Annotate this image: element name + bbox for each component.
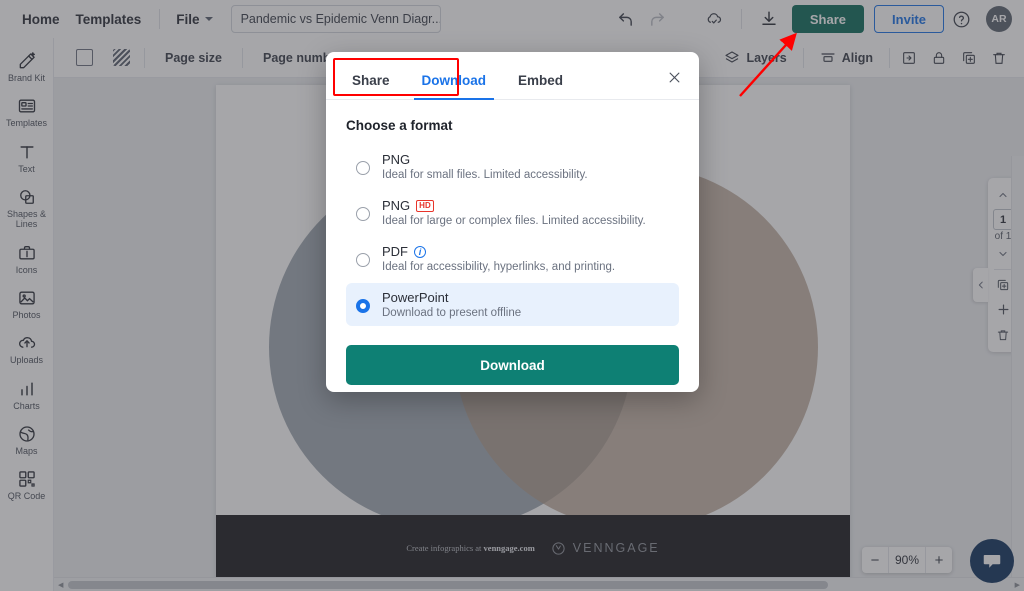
radio-png-hd[interactable] xyxy=(356,207,370,221)
choose-format-heading: Choose a format xyxy=(346,118,453,133)
format-title: PNG xyxy=(382,152,411,167)
radio-pdf[interactable] xyxy=(356,253,370,267)
modal-body: Choose a format PNG Ideal for small file… xyxy=(326,100,699,329)
format-option-powerpoint[interactable]: PowerPoint Download to present offline xyxy=(346,283,679,326)
format-option-png-hd[interactable]: PNG HD Ideal for large or complex files.… xyxy=(346,191,679,234)
download-submit-button[interactable]: Download xyxy=(346,345,679,385)
format-description: Download to present offline xyxy=(382,307,522,319)
format-title: PNG HD xyxy=(382,198,646,213)
format-description: Ideal for large or complex files. Limite… xyxy=(382,215,646,227)
close-icon[interactable] xyxy=(663,66,685,88)
tab-share[interactable]: Share xyxy=(344,73,398,99)
format-description: Ideal for small files. Limited accessibi… xyxy=(382,169,588,181)
download-modal: Share Download Embed Choose a format PNG… xyxy=(326,52,699,392)
tab-embed[interactable]: Embed xyxy=(510,73,571,99)
radio-powerpoint[interactable] xyxy=(356,299,370,313)
radio-png[interactable] xyxy=(356,161,370,175)
format-title: PDF i xyxy=(382,244,615,259)
format-description: Ideal for accessibility, hyperlinks, and… xyxy=(382,261,616,273)
format-option-pdf[interactable]: PDF i Ideal for accessibility, hyperlink… xyxy=(346,237,679,280)
info-icon[interactable]: i xyxy=(414,245,426,258)
format-option-png[interactable]: PNG Ideal for small files. Limited acces… xyxy=(346,145,679,188)
hd-badge: HD xyxy=(416,199,434,212)
format-title: PowerPoint xyxy=(382,290,449,305)
modal-tab-bar: Share Download Embed xyxy=(326,52,699,100)
venngage-editor: Home Templates File Pandemic vs Epidemic… xyxy=(0,0,1024,591)
tab-download[interactable]: Download xyxy=(413,73,495,100)
